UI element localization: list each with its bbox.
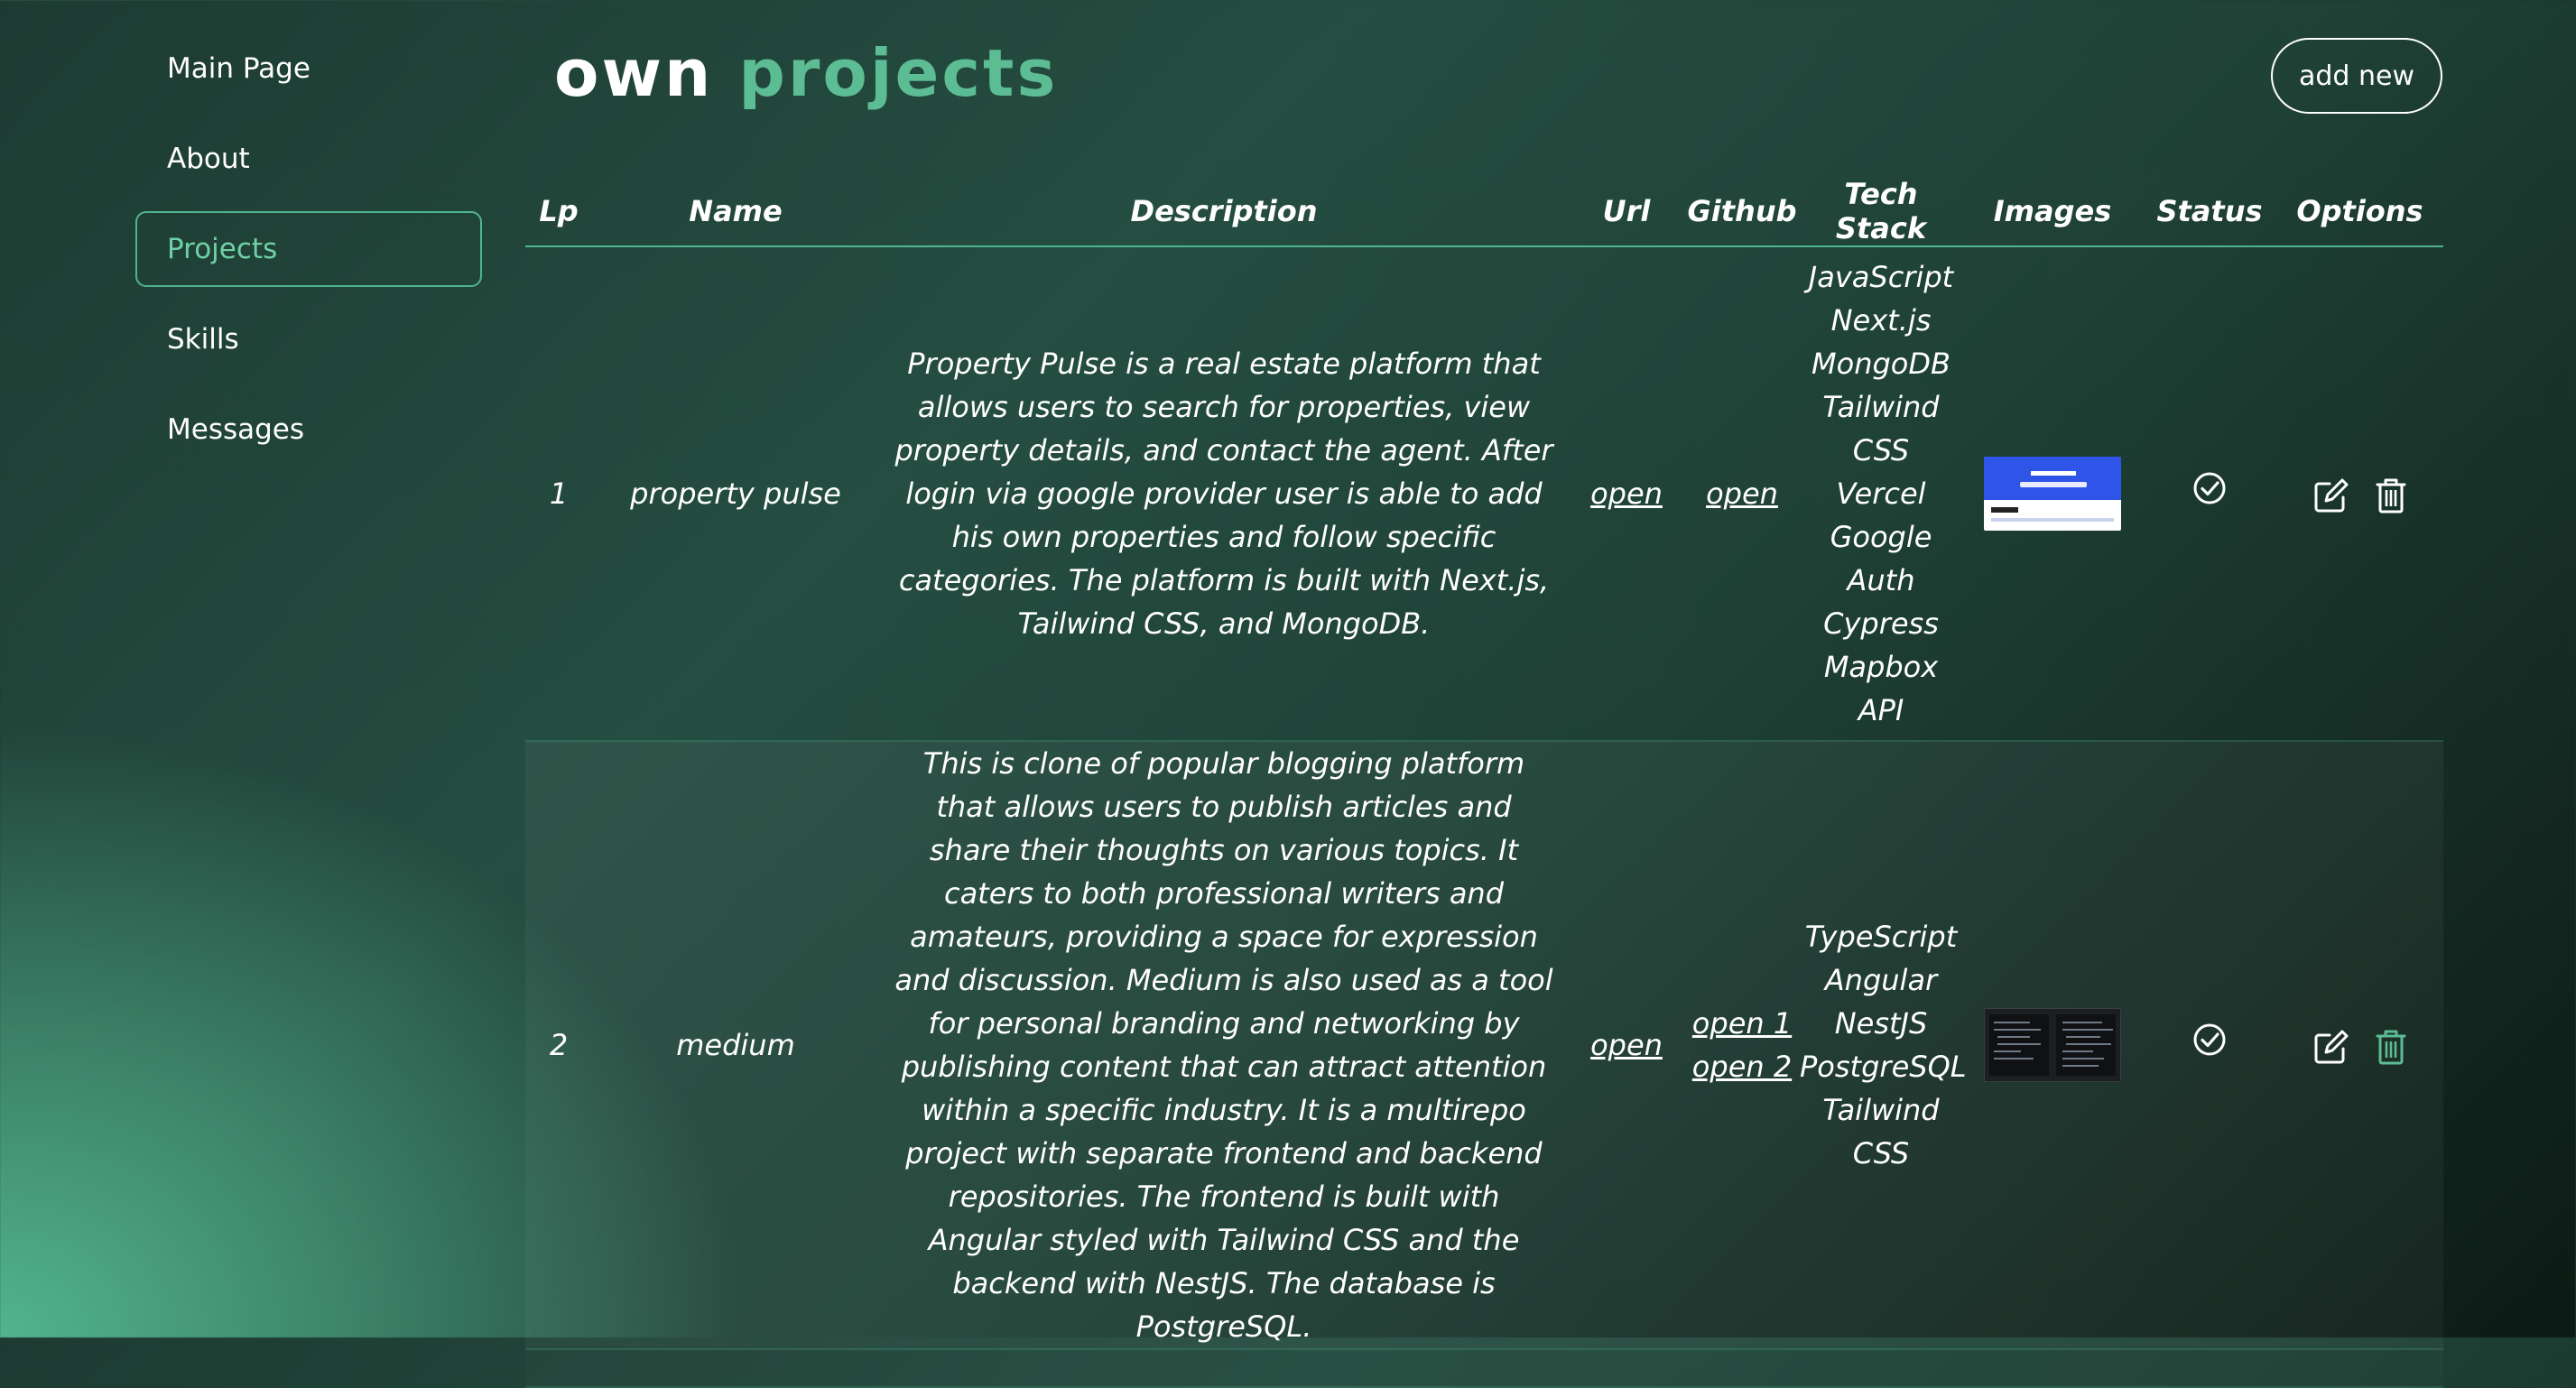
- trash-icon[interactable]: [2375, 477, 2407, 514]
- tech-item: Tailwind: [1822, 1093, 1940, 1127]
- page-title-word-projects: projects: [738, 35, 1059, 111]
- tech-item: CSS: [1852, 1136, 1910, 1171]
- edit-icon[interactable]: [2312, 1028, 2350, 1066]
- page-title-word-own: own: [554, 35, 714, 111]
- cell-description: This is clone of popular blogging platfo…: [879, 741, 1569, 1350]
- cell-url: open: [1569, 741, 1684, 1350]
- table-row: [525, 1349, 2443, 1388]
- cell-status: [2143, 741, 2276, 1350]
- url-open-link[interactable]: open: [1569, 472, 1684, 515]
- project-thumbnail[interactable]: [1984, 1008, 2121, 1082]
- cell-name: medium: [592, 741, 879, 1350]
- cell-url: open: [1569, 246, 1684, 742]
- tech-item: Cypress: [1823, 606, 1939, 641]
- tech-item: Google: [1830, 520, 1932, 554]
- column-header-tech-stack: Tech Stack: [1800, 177, 1962, 247]
- tech-item: JavaScript: [1808, 260, 1954, 294]
- github-open-1-link[interactable]: open 1: [1684, 1002, 1800, 1045]
- cell-tech-stack: JavaScript Next.js MongoDB Tailwind CSS …: [1800, 246, 1962, 742]
- tech-item: Tailwind: [1822, 390, 1940, 424]
- tech-item: TypeScript: [1804, 920, 1958, 954]
- check-circle-icon: [2193, 472, 2226, 504]
- tech-item: API: [1858, 693, 1904, 727]
- cell-github: open: [1684, 246, 1800, 742]
- tech-item: Mapbox: [1823, 650, 1939, 684]
- trash-icon[interactable]: [2375, 1028, 2407, 1066]
- tech-item: Vercel: [1836, 477, 1926, 511]
- url-open-link[interactable]: open: [1569, 1023, 1684, 1067]
- cell-lp: 2: [525, 741, 592, 1350]
- edit-icon[interactable]: [2312, 477, 2350, 514]
- column-header-name: Name: [592, 177, 879, 247]
- table-header-row: Lp Name Description Url Github Tech Stac…: [525, 177, 2443, 247]
- tech-item: CSS: [1852, 433, 1910, 467]
- page-title: own projects: [554, 32, 1058, 114]
- tech-item: NestJS: [1834, 1006, 1928, 1041]
- column-header-url: Url: [1569, 177, 1684, 247]
- project-thumbnail[interactable]: [1984, 457, 2121, 531]
- check-circle-icon: [2193, 1023, 2226, 1055]
- cell-images: [1962, 246, 2143, 742]
- add-new-button[interactable]: add new: [2271, 38, 2442, 114]
- github-open-link[interactable]: open: [1684, 472, 1800, 515]
- github-open-2-link[interactable]: open 2: [1684, 1045, 1800, 1088]
- cell-images: [1962, 741, 2143, 1350]
- tech-item: Angular: [1824, 963, 1938, 997]
- sidebar: Main Page About Projects Skills Messages: [135, 31, 482, 482]
- column-header-images: Images: [1962, 177, 2143, 247]
- tech-item: PostgreSQL: [1800, 1050, 1967, 1084]
- cell-lp: 1: [525, 246, 592, 742]
- sidebar-item-messages[interactable]: Messages: [135, 392, 482, 467]
- column-header-description: Description: [879, 177, 1569, 247]
- cell-description: Property Pulse is a real estate platform…: [879, 246, 1569, 742]
- table-row: 1 property pulse Property Pulse is a rea…: [525, 246, 2443, 742]
- sidebar-item-skills[interactable]: Skills: [135, 301, 482, 377]
- tech-item: MongoDB: [1812, 347, 1951, 381]
- column-header-lp: Lp: [525, 177, 592, 247]
- column-header-github: Github: [1684, 177, 1800, 247]
- tech-item: Next.js: [1830, 303, 1932, 338]
- projects-table: Lp Name Description Url Github Tech Stac…: [525, 177, 2443, 1388]
- cell-tech-stack: TypeScript Angular NestJS PostgreSQL Tai…: [1800, 741, 1967, 1350]
- cell-options: [2276, 741, 2443, 1350]
- sidebar-item-main-page[interactable]: Main Page: [135, 31, 482, 106]
- tech-item: Auth: [1847, 563, 1915, 597]
- sidebar-item-about[interactable]: About: [135, 121, 482, 197]
- sidebar-item-projects[interactable]: Projects: [135, 211, 482, 287]
- table-row: 2 medium This is clone of popular bloggi…: [525, 741, 2443, 1350]
- column-header-status: Status: [2143, 177, 2276, 247]
- cell-github: open 1 open 2: [1684, 741, 1800, 1350]
- cell-status: [2143, 246, 2276, 742]
- column-header-options: Options: [2276, 177, 2443, 247]
- cell-name: property pulse: [592, 246, 879, 742]
- cell-options: [2276, 246, 2443, 742]
